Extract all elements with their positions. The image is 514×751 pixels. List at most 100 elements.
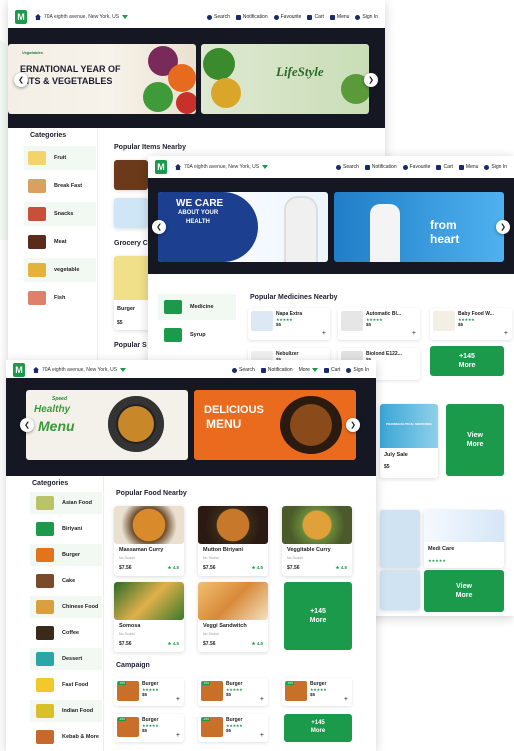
logo[interactable]: M [13, 363, 25, 377]
category-snacks[interactable]: Snacks [24, 202, 96, 226]
nav-cart[interactable]: Cart [307, 14, 324, 20]
campaign-card[interactable]: -10% Burger ★★★★★ $5 + [114, 714, 184, 742]
nav-notification[interactable]: Notification [260, 367, 293, 373]
hero-banner-delicious-menu[interactable]: DELICIOUS MENU [194, 390, 356, 460]
nav-sign-in[interactable]: Sign In [484, 164, 507, 170]
nav-sign-in[interactable]: Sign In [346, 367, 369, 373]
hero-banner-health[interactable]: WE CARE ABOUT YOUR HEALTH [158, 192, 328, 262]
category-chinese-food[interactable]: Chinese Food [30, 596, 102, 618]
medicine-card[interactable]: Napa Extra ★★★★★ $5 + [248, 308, 330, 340]
category-burger[interactable]: Burger [30, 544, 102, 566]
add-icon[interactable]: + [344, 696, 348, 703]
view-more-button[interactable]: View More [446, 404, 504, 476]
add-icon[interactable]: + [504, 330, 508, 337]
nav-sign-in[interactable]: Sign In [355, 14, 378, 20]
category-vegetable[interactable]: vegetable [24, 258, 96, 282]
campaign-card[interactable]: -10% Burger ★★★★★ $5 + [198, 714, 268, 742]
doctor-card[interactable] [380, 510, 420, 568]
nav-favourite[interactable]: Favourite [402, 164, 430, 170]
view-more-button[interactable]: View More [424, 570, 504, 612]
rating-value: 4.5 [256, 565, 263, 570]
food-image [198, 506, 268, 544]
doctor-image [370, 204, 400, 262]
food-card[interactable]: Massaman Curry No Sound $7.56 ★ 4.5 [114, 506, 184, 576]
item-card[interactable] [114, 198, 148, 228]
banner-headline-1: DELICIOUS [204, 404, 264, 416]
nav-notification[interactable]: Notification [364, 164, 397, 170]
campaign-title: Campaign [116, 662, 150, 669]
category-biriyani[interactable]: Biriyani [30, 518, 102, 540]
campaign-card[interactable]: -10% Burger ★★★★★ $5 + [198, 678, 268, 706]
category-image [36, 522, 54, 536]
add-icon[interactable]: + [322, 330, 326, 337]
carousel-prev-button[interactable]: ❮ [14, 73, 28, 87]
nav-menu[interactable]: Menu [329, 14, 349, 20]
add-icon[interactable]: + [260, 696, 264, 703]
grocery-card[interactable]: Burger $5 [114, 256, 150, 330]
hero-banner-vegetables[interactable]: Vegetables ERNATIONAL YEAR OF UITS & VEG… [8, 44, 196, 114]
category-medicine[interactable]: Medicine [158, 294, 236, 320]
hero-banner-lifestyle[interactable]: LifeStyle [201, 44, 369, 114]
carousel-prev-button[interactable]: ❮ [20, 418, 34, 432]
logo[interactable]: M [155, 160, 167, 174]
category-fast-food[interactable]: Fast Food [30, 674, 102, 696]
logo[interactable]: M [15, 10, 27, 24]
category-breakfast[interactable]: Break Fast [24, 174, 96, 198]
food-name: Somosa [119, 623, 141, 629]
nav-notification[interactable]: Notification [235, 14, 268, 20]
nav-cart[interactable]: Cart [323, 367, 340, 373]
category-indian-food[interactable]: Indian Food [30, 700, 102, 722]
category-fruit[interactable]: Fruit [24, 146, 96, 170]
doctor-card[interactable] [380, 570, 420, 610]
category-dessert[interactable]: Dessert [30, 648, 102, 670]
food-subtitle: No Sound [119, 632, 135, 636]
nav-more[interactable]: More [299, 367, 318, 373]
category-sidebar: Categories Fruit Break Fast Snacks Meat … [8, 128, 98, 360]
item-card[interactable] [114, 160, 148, 190]
location-selector[interactable]: 70A eighth avenue, New York, US [35, 14, 129, 20]
food-card[interactable]: Somosa No Sound $7.56 ★ 4.5 [114, 582, 184, 652]
hero-banner-healthy-menu[interactable]: Speed Healthy Menu [26, 390, 188, 460]
nav-search[interactable]: Search [231, 367, 255, 373]
food-rating: ★ 4.5 [251, 565, 263, 570]
more-medicines-button[interactable]: +145 More [430, 346, 504, 376]
category-fish[interactable]: Fish [24, 286, 96, 310]
category-kebab[interactable]: Kebab & More [30, 726, 102, 748]
category-syrup[interactable]: Syrup [158, 322, 236, 348]
medicine-card[interactable]: Baby Food W... ★★★★★ $5 + [430, 308, 512, 340]
category-coffee[interactable]: Coffee [30, 622, 102, 644]
medicine-card[interactable]: Automatic Bl... ★★★★★ $5 + [338, 308, 420, 340]
category-asian-food[interactable]: Asian Food [30, 492, 102, 514]
add-icon[interactable]: + [260, 732, 264, 739]
location-selector[interactable]: 70A eighth avenue, New York, US [175, 164, 269, 170]
food-price: $7.56 [119, 641, 132, 647]
carousel-prev-button[interactable]: ❮ [152, 220, 166, 234]
category-meat[interactable]: Meat [24, 230, 96, 254]
medi-care-card[interactable]: Medi Care ★★★★★ [424, 510, 504, 568]
nav-label: Favourite [280, 14, 302, 20]
location-selector[interactable]: 70A eighth avenue, New York, US [33, 367, 127, 373]
nav-menu[interactable]: Menu [458, 164, 478, 170]
food-card[interactable]: Veggi Sandwitch No Sound $7.56 ★ 4.5 [198, 582, 268, 652]
category-cake[interactable]: Cake [30, 570, 102, 592]
sale-card[interactable]: PHARMACEUTICAL MEDICINES July Sale $5 [380, 404, 438, 478]
more-campaign-button[interactable]: +145 More [284, 714, 352, 742]
nav-search[interactable]: Search [336, 164, 359, 170]
carousel-next-button[interactable]: ❯ [346, 418, 360, 432]
add-icon[interactable]: + [176, 732, 180, 739]
add-icon[interactable]: + [412, 330, 416, 337]
food-subtitle: No Sound [203, 556, 219, 560]
hero-banner-from-heart[interactable]: from heart [334, 192, 504, 262]
food-card[interactable]: Veggitable Curry No Sound $7.56 ★ 4.5 [282, 506, 352, 576]
campaign-card[interactable]: -10% Burger ★★★★★ $5 + [282, 678, 352, 706]
nav-cart[interactable]: Cart [436, 164, 453, 170]
carousel-next-button[interactable]: ❯ [496, 220, 510, 234]
more-food-button[interactable]: +145 More [284, 582, 352, 650]
nav-favourite[interactable]: Favourite [273, 14, 302, 20]
rating-value: 4.5 [172, 641, 179, 646]
campaign-card[interactable]: -10% Burger ★★★★★ $5 + [114, 678, 184, 706]
add-icon[interactable]: + [176, 696, 180, 703]
nav-search[interactable]: Search [207, 14, 230, 20]
food-card[interactable]: Mutton Biriyani No Sound $7.56 ★ 4.5 [198, 506, 268, 576]
carousel-next-button[interactable]: ❯ [364, 73, 378, 87]
